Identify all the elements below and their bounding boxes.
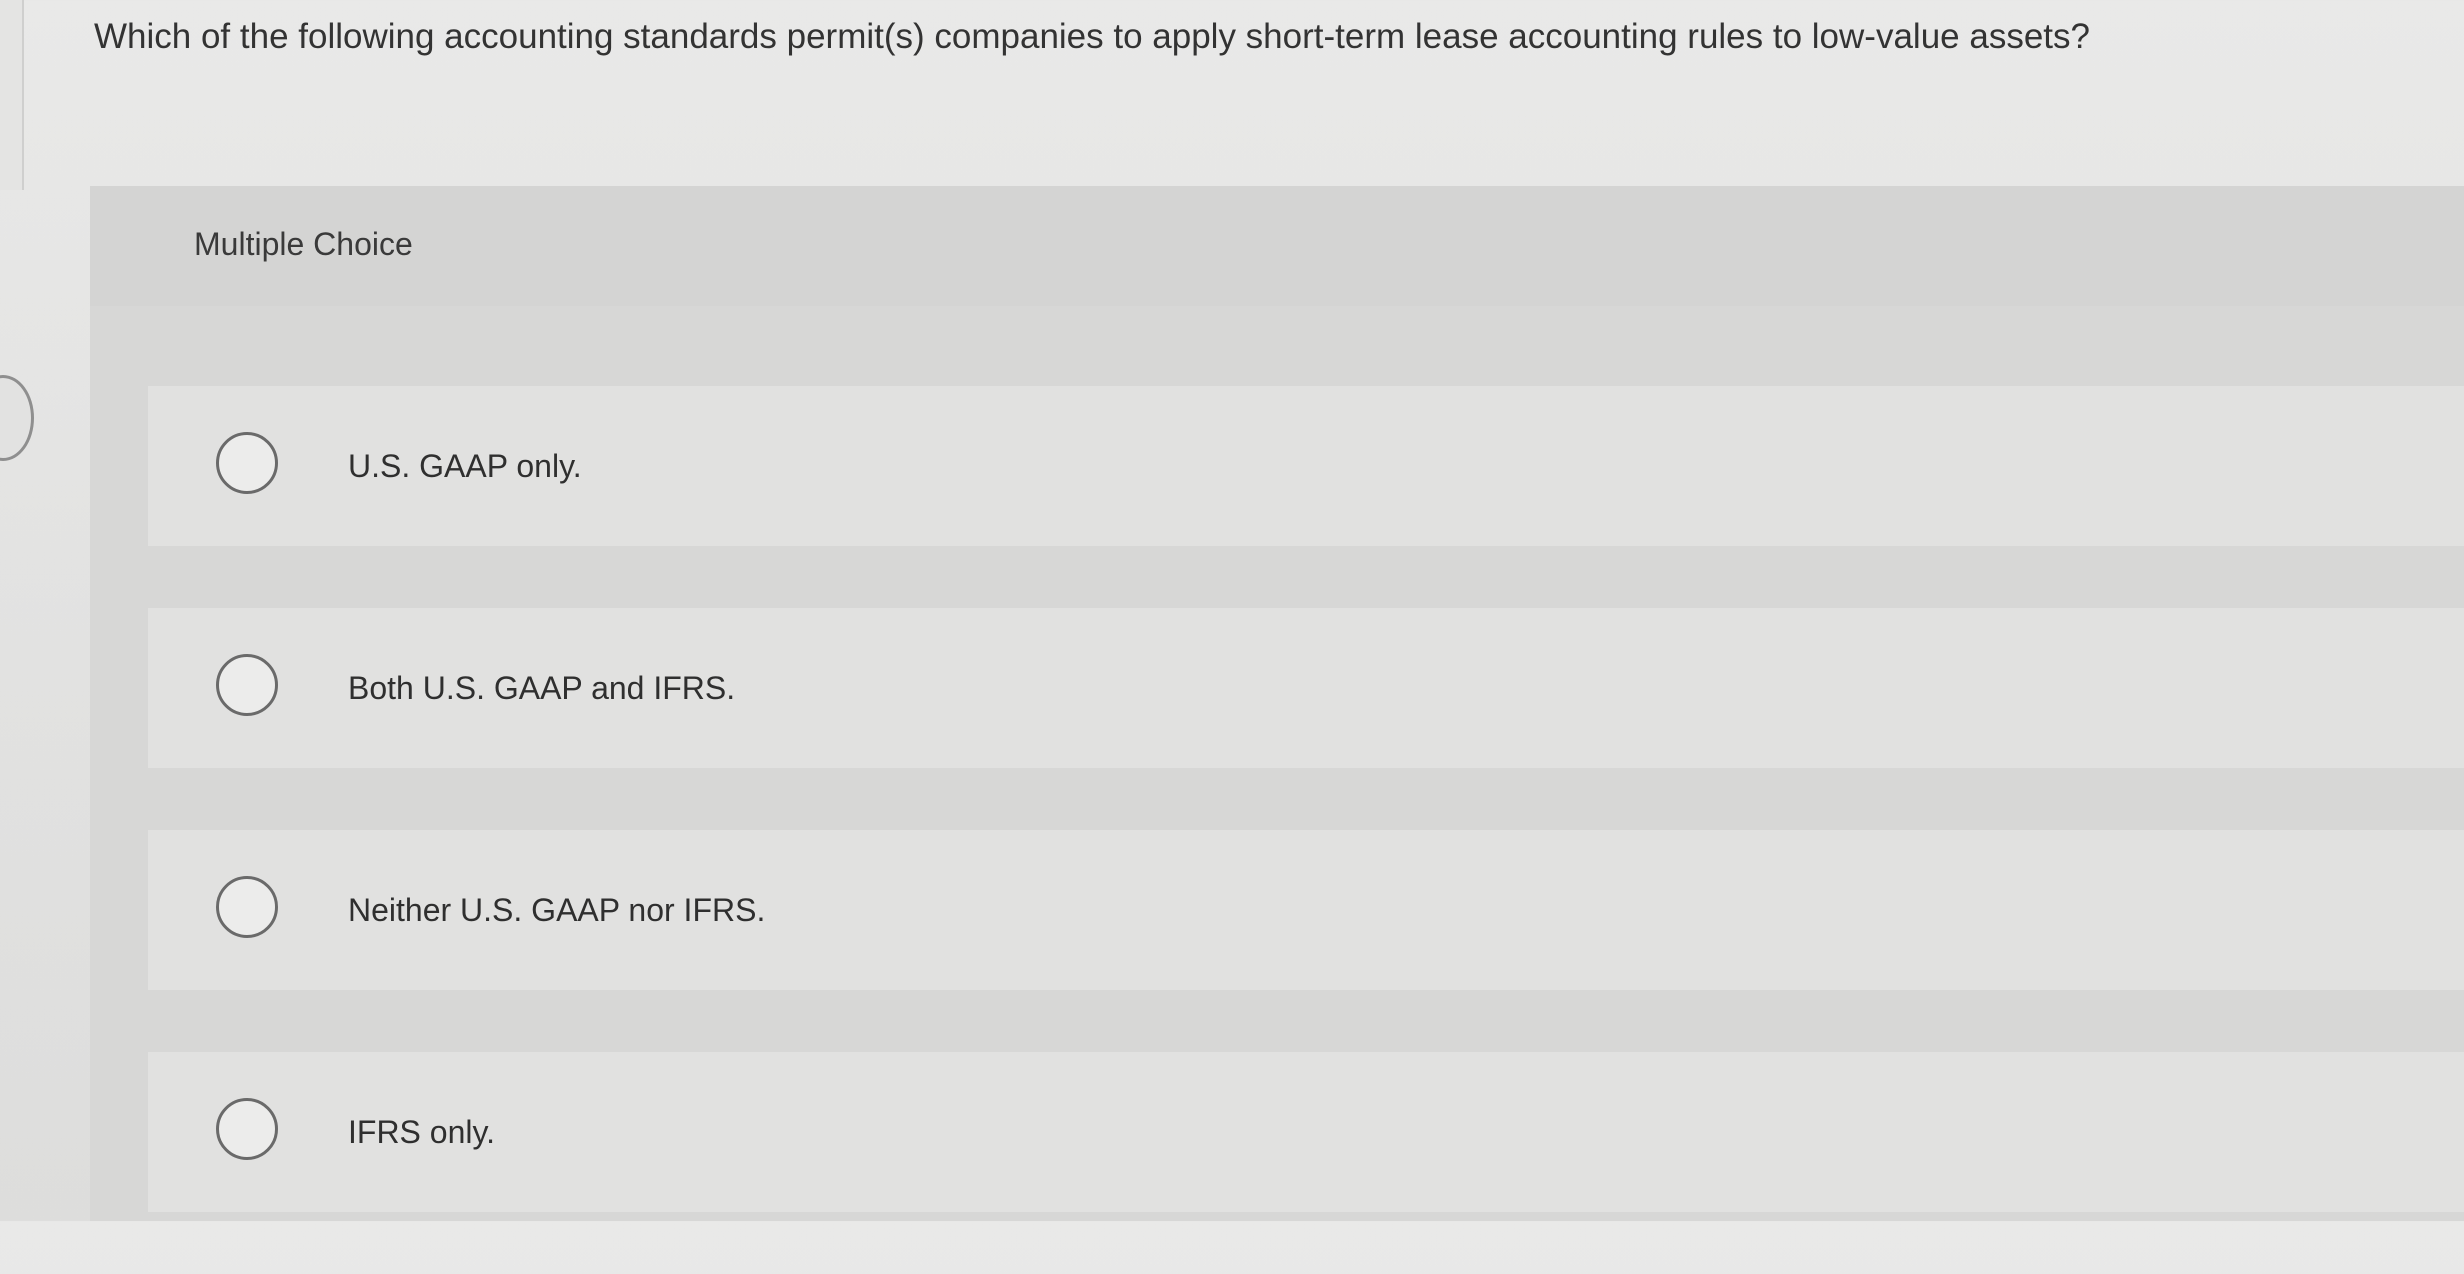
answer-option-label: Both U.S. GAAP and IFRS. [348, 670, 736, 706]
left-edge-strip [0, 0, 24, 190]
answer-option-3[interactable]: Neither U.S. GAAP nor IFRS. [148, 830, 2464, 990]
answer-options: U.S. GAAP only. Both U.S. GAAP and IFRS.… [148, 386, 2464, 1274]
answer-option-4[interactable]: IFRS only. [148, 1052, 2464, 1212]
radio-circle-icon[interactable] [216, 654, 278, 716]
radio-circle-icon[interactable] [216, 876, 278, 938]
answer-option-2[interactable]: Both U.S. GAAP and IFRS. [148, 608, 2464, 768]
answer-option-1[interactable]: U.S. GAAP only. [148, 386, 2464, 546]
answer-option-label: IFRS only. [348, 1114, 495, 1150]
answer-option-label: U.S. GAAP only. [348, 448, 582, 484]
left-edge-handle [0, 375, 34, 461]
radio-circle-icon[interactable] [216, 432, 278, 494]
question-text: Which of the following accounting standa… [94, 17, 2090, 56]
radio-circle-icon[interactable] [216, 1098, 278, 1160]
panel-title: Multiple Choice [194, 226, 413, 262]
multiple-choice-panel: Multiple Choice U.S. GAAP only. Both U.S… [90, 186, 2464, 1221]
panel-header: Multiple Choice [90, 186, 2464, 306]
answer-option-label: Neither U.S. GAAP nor IFRS. [348, 892, 766, 928]
